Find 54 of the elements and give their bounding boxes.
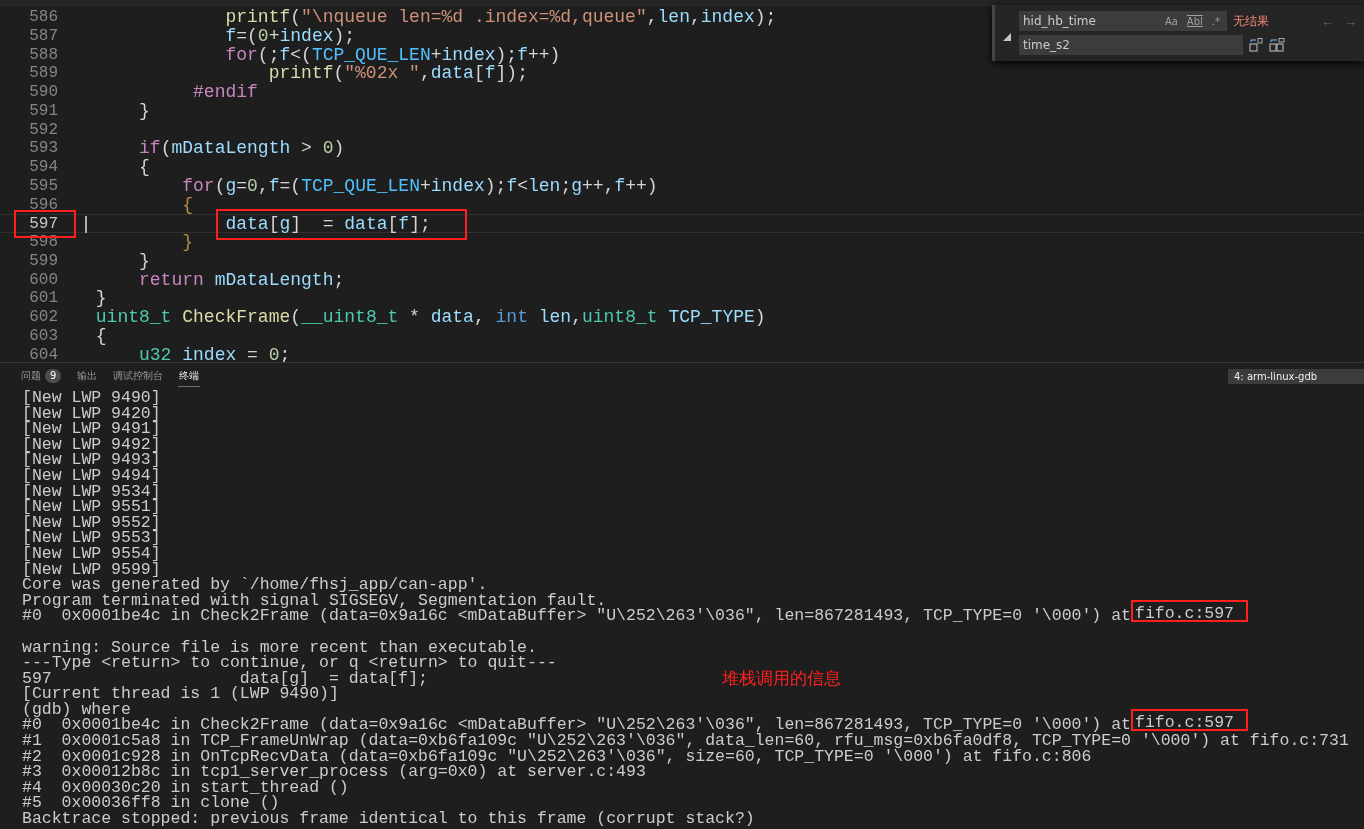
highlighted-text: fifo.c:597 (1131, 709, 1248, 732)
expand-toggle-icon[interactable] (1003, 33, 1013, 43)
code-line: printf("\nqueue len=%d .index=%d,queue",len,index); (224, 7, 777, 27)
line-number: 595 (28, 176, 59, 196)
line-number: 603 (28, 326, 59, 346)
code-line: } (181, 232, 194, 252)
terminal-dropdown[interactable]: 4: arm-linux-gdb (1228, 368, 1364, 384)
highlighted-text: fifo.c:597 (1131, 600, 1248, 623)
search-option-toggle[interactable]: Aa (1161, 14, 1181, 28)
text-cursor (85, 216, 87, 234)
line-number: 589 (28, 64, 59, 83)
code-line: } (95, 288, 107, 309)
line-number: 592 (28, 120, 59, 140)
count-badge: 9 (45, 368, 62, 383)
line-number: 590 (28, 83, 59, 102)
code-line: } (138, 250, 150, 271)
code-line: { (181, 194, 194, 215)
code-line: u32 index = 0; (138, 344, 291, 362)
annotation-text: 堆栈调用的信息 (722, 667, 841, 690)
replace-field[interactable]: time_s2 (1019, 35, 1243, 55)
search-option-toggle[interactable]: Abl (1183, 14, 1206, 28)
line-number: 593 (28, 139, 59, 158)
line-number: 594 (28, 158, 59, 177)
line-number: 601 (28, 289, 59, 308)
code-line: for(g=0,f=(TCP_QUE_LEN+index);f<len;g++,f++) (181, 175, 658, 196)
code-line: #endif (192, 82, 258, 102)
line-number: 602 (28, 308, 59, 327)
panel-tab[interactable]: 输出 (76, 365, 99, 387)
line-number: 587 (28, 26, 59, 46)
code-line: f=(0+index); (224, 25, 356, 46)
find-field[interactable]: hid_hb_time Aa Abl .* (1019, 11, 1227, 31)
line-number: 586 (28, 8, 59, 27)
search-option-toggle[interactable]: .* (1208, 14, 1223, 28)
code-line: } (138, 100, 150, 121)
code-line: { (138, 157, 150, 177)
line-number: 600 (28, 270, 59, 290)
panel-tab[interactable]: 调试控制台 (112, 365, 165, 387)
code-line: uint8_t CheckFrame(__uint8_t * data, int len,uint8_t TCP_TYPE) (95, 307, 766, 327)
code-line: { (95, 325, 107, 346)
line-number: 604 (28, 345, 59, 362)
code-line: printf("%02x ",data[f]); (268, 63, 528, 84)
line-number: 591 (28, 101, 59, 121)
code-line: if(mDataLength > 0) (138, 138, 345, 159)
no-results-text: 无结果 (1233, 12, 1269, 30)
terminal-line: [New LWP 9490] (22, 389, 161, 407)
replace-all-icon[interactable] (1269, 38, 1285, 52)
line-number: 588 (28, 45, 59, 65)
line-number: 599 (28, 251, 59, 271)
code-line: return mDataLength; (138, 269, 345, 290)
terminal-line: Backtrace stopped: previous frame identical to this frame (corrupt stack?) (22, 809, 755, 829)
replace-icon[interactable] (1249, 38, 1263, 52)
panel-tab[interactable]: 终端 (178, 365, 201, 387)
panel-tab[interactable]: 问题 9 (20, 365, 63, 387)
code-line: for(;f<(TCP_QUE_LEN+index);f++) (224, 44, 561, 65)
